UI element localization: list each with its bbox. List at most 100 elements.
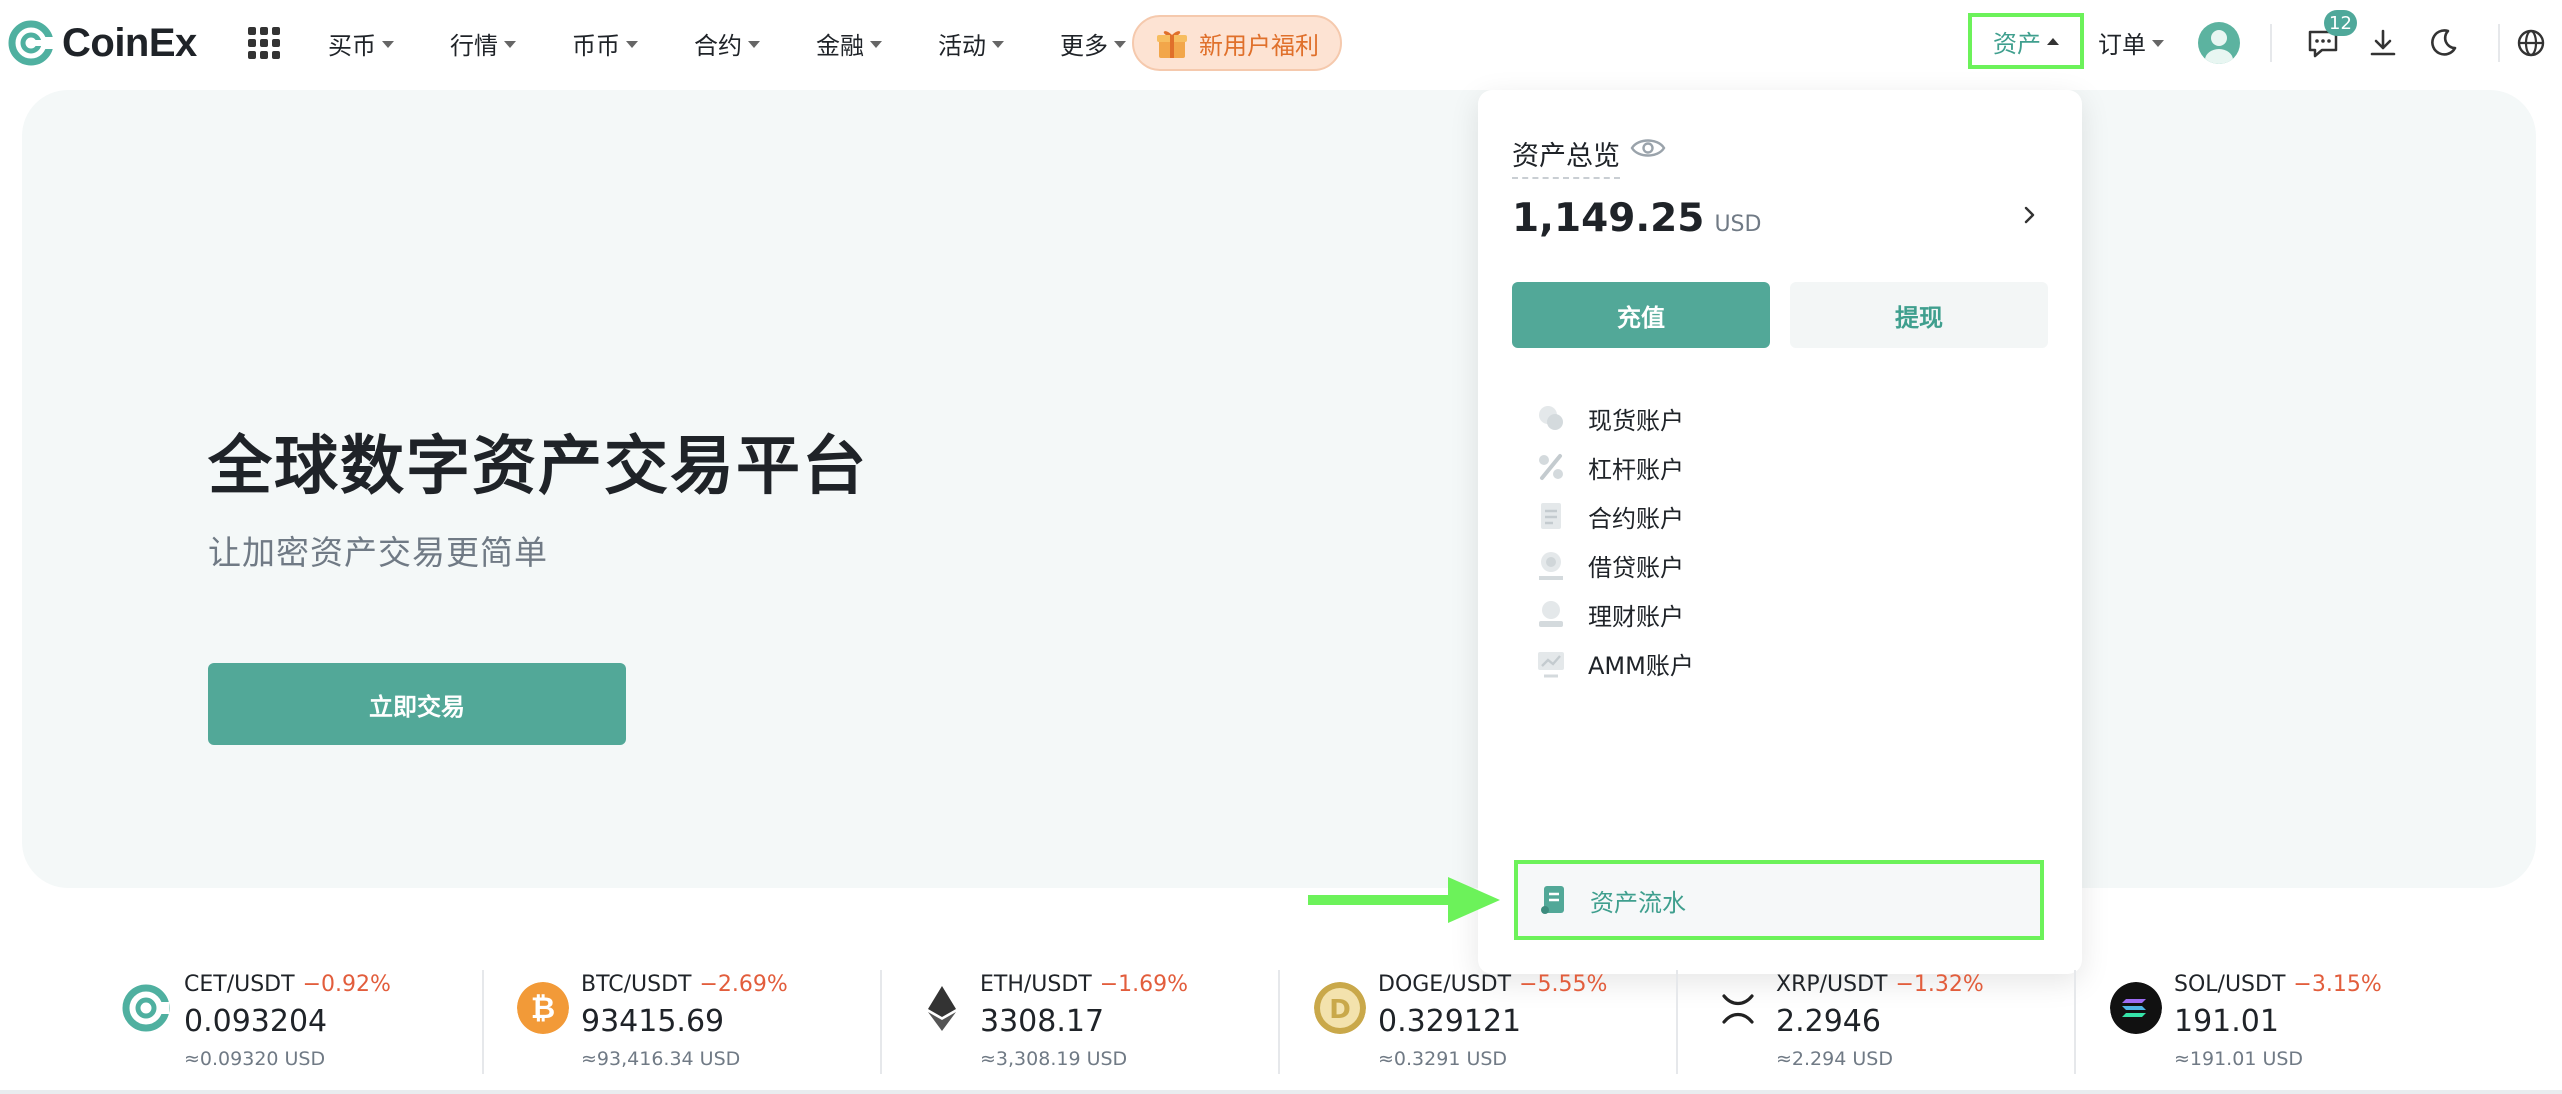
ticker-pair: ETH/USDT −1.69% [980,972,1188,997]
nav-item-spot[interactable]: 币币 [572,26,638,61]
trade-now-button[interactable]: 立即交易 [208,663,626,745]
margin-account-icon [1539,454,1563,480]
assets-label: 资产 [1993,29,2041,58]
assets-menu-button[interactable]: 资产 [1968,13,2084,69]
ticker-pair: BTC/USDT −2.69% [581,972,788,997]
user-avatar-icon [2205,30,2233,64]
ticker-divider [880,970,882,1074]
dark-mode-moon-icon[interactable] [2426,26,2460,60]
menu-item-label: 合约账户 [1588,504,1684,533]
loan-account-icon [1539,552,1563,580]
ticker-pair: SOL/USDT −3.15% [2174,972,2382,997]
ticker-usd-value: ≈3,308.19 USD [980,1048,1128,1070]
doge-icon: D [1314,982,1366,1034]
pair-name: XRP/USDT [1776,972,1888,997]
chevron-down-icon [2152,40,2164,47]
price-change: −2.69% [699,972,788,997]
nav-label: 合约 [694,31,742,60]
asset-overview-label[interactable]: 资产总览 [1512,134,1620,179]
main-nav: 买币 行情 币币 合约 金融 活动 更多 [328,20,1182,66]
ticker-pair: CET/USDT −0.92% [184,972,391,997]
top-navigation-bar: CoinEx 买币 行情 币币 合约 金融 活动 更多 新用户福利 资产 订单 [0,0,2562,86]
avatar[interactable] [2198,22,2240,64]
sol-icon [2110,982,2162,1034]
ticker-divider [1278,970,1280,1074]
notification-badge: 12 [2324,10,2357,36]
coinex-logo-icon [8,20,54,66]
chevron-up-icon [2047,37,2059,45]
eth-icon [928,986,956,1031]
menu-item-label: 资产流水 [1590,888,1686,917]
orders-menu-button[interactable]: 订单 [2098,25,2164,60]
svg-text:₿: ₿ [531,991,555,1026]
price-change: −5.55% [1519,972,1608,997]
nav-item-futures[interactable]: 合约 [694,26,760,61]
pair-name: SOL/USDT [2174,972,2286,997]
nav-item-activities[interactable]: 活动 [938,26,1004,61]
menu-item-label: 现货账户 [1588,406,1684,435]
divider [2270,24,2272,62]
hero-title: 全球数字资产交易平台 [208,430,868,504]
ticker-usd-value: ≈191.01 USD [2174,1048,2304,1070]
chevron-down-icon [382,40,394,48]
language-globe-icon[interactable] [2514,26,2548,60]
withdraw-button[interactable]: 提现 [1790,282,2048,348]
svg-text:D: D [1329,995,1351,1025]
asset-history-icon [1541,886,1564,914]
price-change: −1.32% [1895,972,1984,997]
price-change: −0.92% [302,972,391,997]
nav-label: 行情 [450,31,498,60]
cet-icon [122,984,170,1032]
ticker-price: 0.093204 [184,1004,328,1039]
ticker-price: 2.2946 [1776,1004,1881,1039]
deposit-button[interactable]: 充值 [1512,282,1770,348]
amm-account-icon [1538,652,1564,678]
ticker-pair: XRP/USDT −1.32% [1776,972,1984,997]
hero-subtitle: 让加密资产交易更简单 [208,533,548,572]
coinex-logo[interactable]: CoinEx [8,18,197,68]
ticker-divider [482,970,484,1074]
amount-value: 1,149.25 [1512,196,1705,241]
ticker-price: 191.01 [2174,1004,2279,1039]
menu-item-amm-account[interactable]: AMM账户 [1534,633,2054,693]
new-user-promo-button[interactable]: 新用户福利 [1132,15,1342,71]
eye-icon[interactable] [1630,136,1666,160]
download-icon[interactable] [2366,26,2400,60]
nav-item-more[interactable]: 更多 [1060,26,1126,61]
futures-account-icon [1541,503,1561,529]
nav-label: 买币 [328,31,376,60]
bottom-border [0,1090,2562,1094]
orders-label: 订单 [2098,31,2146,59]
nav-item-buy-crypto[interactable]: 买币 [328,26,394,61]
pair-name: CET/USDT [184,972,295,997]
ticker-usd-value: ≈2.294 USD [1776,1048,1893,1070]
apps-grid-icon[interactable] [248,27,280,59]
ticker-usd-value: ≈0.3291 USD [1378,1048,1508,1070]
chevron-down-icon [992,40,1004,48]
menu-item-asset-history[interactable]: 资产流水 [1514,860,2044,940]
chevron-down-icon [870,40,882,48]
ticker-price: 0.329121 [1378,1004,1522,1039]
annotation-arrow-icon [1308,877,1500,923]
menu-item-label: 理财账户 [1588,602,1684,631]
menu-item-label: 杠杆账户 [1588,455,1684,484]
price-change: −1.69% [1099,972,1189,997]
ticker-price: 93415.69 [581,1004,725,1039]
assets-dropdown-panel: 资产总览 1,149.25 USD 充值 提现 现货账户 杠杆账户 合约账户 借… [1478,90,2082,974]
nav-item-finance[interactable]: 金融 [816,26,882,61]
ticker-pair: DOGE/USDT −5.55% [1378,972,1607,997]
nav-label: 币币 [572,31,620,60]
chevron-down-icon [626,40,638,48]
gift-icon [1157,31,1187,58]
pair-name: DOGE/USDT [1378,972,1512,997]
hero-banner: 全球数字资产交易平台 让加密资产交易更简单 立即交易 [22,90,2536,888]
ticker-price: 3308.17 [980,1004,1105,1039]
nav-item-markets[interactable]: 行情 [450,26,516,61]
market-ticker-strip: CET/USDT −0.92% 0.093204 ≈0.09320 USD ₿ B… [0,960,2562,1080]
price-change: −3.15% [2293,972,2382,997]
menu-item-label: 借贷账户 [1588,553,1684,582]
ticker-usd-value: ≈0.09320 USD [184,1048,326,1070]
chevron-right-icon[interactable] [2018,204,2040,226]
nav-label: 活动 [938,31,986,60]
financial-account-icon [1539,601,1563,627]
